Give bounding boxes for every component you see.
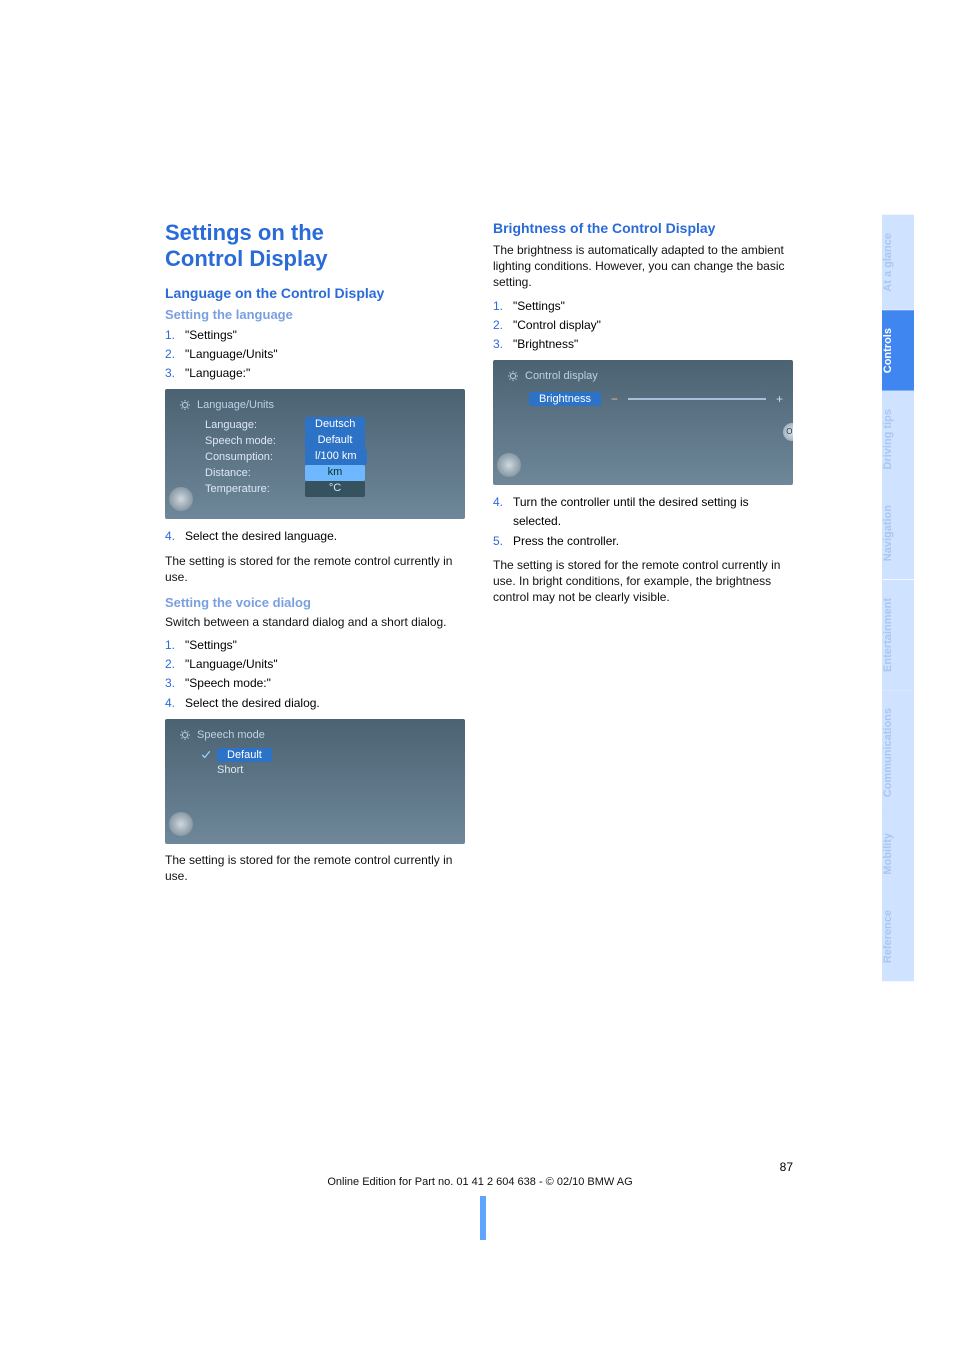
ss-row-value: Deutsch [305, 417, 365, 433]
ss-row-label: Speech mode: [201, 433, 301, 449]
step-number: 3. [165, 364, 185, 383]
step-text: Select the desired dialog. [185, 694, 320, 713]
ss-row-value: Default [305, 433, 365, 449]
subheading-voice-dialog: Setting the voice dialog [165, 595, 465, 610]
stored-note-2: The setting is stored for the remote con… [165, 852, 465, 884]
step-text: "Brightness" [513, 335, 578, 354]
ss-row-value: km [305, 465, 365, 481]
section-title: Settings on the Control Display [165, 220, 465, 273]
ok-button-icon: OK [783, 423, 793, 441]
step-number: 3. [493, 335, 513, 354]
step-text: Select the desired language. [185, 527, 337, 546]
step-text: "Settings" [185, 326, 237, 345]
language-steps: 1."Settings" 2."Language/Units" 3."Langu… [165, 326, 465, 384]
screenshot-brightness: Control display Brightness − + OK [493, 360, 793, 485]
step-number: 4. [493, 493, 513, 531]
step-text: "Settings" [513, 297, 565, 316]
tab-entertainment[interactable]: Entertainment [882, 580, 914, 690]
subheading-set-language: Setting the language [165, 307, 465, 322]
ss-row-value: °C [305, 481, 365, 497]
stored-note: The setting is stored for the remote con… [165, 553, 465, 585]
ss-row-value: l/100 km [305, 449, 367, 465]
step-text: "Control display" [513, 316, 601, 335]
title-line-1: Settings on the [165, 220, 324, 245]
screenshot-title: Control display [525, 370, 598, 382]
step-number: 3. [165, 674, 185, 693]
option-default: Default [217, 748, 272, 762]
screenshot-title: Language/Units [197, 399, 274, 411]
step-text: Press the controller. [513, 532, 619, 551]
step-number: 4. [165, 527, 185, 546]
tab-reference[interactable]: Reference [882, 892, 914, 981]
ss-row-label: Distance: [201, 465, 301, 481]
language-step-4: 4.Select the desired language. [165, 527, 465, 546]
minus-icon: − [611, 392, 618, 406]
brightness-steps: 1."Settings" 2."Control display" 3."Brig… [493, 297, 793, 355]
tab-navigation[interactable]: Navigation [882, 487, 914, 579]
check-icon [201, 750, 211, 760]
tab-controls[interactable]: Controls [882, 310, 914, 391]
side-tabs: At a glance Controls Driving tips Naviga… [882, 215, 914, 982]
title-line-2: Control Display [165, 246, 328, 271]
step-number: 2. [493, 316, 513, 335]
brightness-steps-45: 4.Turn the controller until the desired … [493, 493, 793, 551]
step-text: "Settings" [185, 636, 237, 655]
brightness-slider [628, 398, 766, 400]
step-number: 4. [165, 694, 185, 713]
gear-icon [507, 370, 519, 382]
step-number: 1. [165, 636, 185, 655]
ss-row-label: Language: [201, 417, 301, 433]
controller-knob-icon [169, 812, 193, 836]
tab-at-a-glance[interactable]: At a glance [882, 215, 914, 310]
controller-knob-icon [497, 453, 521, 477]
voice-intro: Switch between a standard dialog and a s… [165, 614, 465, 630]
step-number: 1. [493, 297, 513, 316]
screenshot-language-units: Language/Units Language:Deutsch Speech m… [165, 389, 465, 519]
plus-icon: + [776, 392, 783, 406]
option-short: Short [217, 764, 243, 776]
page-footer: 87 Online Edition for Part no. 01 41 2 6… [165, 1160, 795, 1188]
step-number: 1. [165, 326, 185, 345]
step-text: "Speech mode:" [185, 674, 271, 693]
step-text: "Language:" [185, 364, 250, 383]
ss-row-label: Temperature: [201, 481, 301, 497]
edition-line: Online Edition for Part no. 01 41 2 604 … [165, 1176, 795, 1188]
step-number: 2. [165, 345, 185, 364]
step-text: "Language/Units" [185, 655, 278, 674]
step-text: Turn the controller until the desired se… [513, 493, 793, 531]
screenshot-speech-mode: Speech mode Default Short [165, 719, 465, 844]
slider-label: Brightness [529, 392, 601, 406]
step-number: 5. [493, 532, 513, 551]
gear-icon [179, 729, 191, 741]
controller-knob-icon [169, 487, 193, 511]
brightness-note: The setting is stored for the remote con… [493, 557, 793, 606]
subsection-brightness: Brightness of the Control Display [493, 220, 793, 236]
brightness-intro: The brightness is automatically adapted … [493, 242, 793, 291]
page-number: 87 [165, 1160, 795, 1174]
ss-row-label: Consumption: [201, 449, 301, 465]
tab-mobility[interactable]: Mobility [882, 815, 914, 893]
tab-driving-tips[interactable]: Driving tips [882, 391, 914, 488]
footer-accent-bar [480, 1196, 486, 1240]
gear-icon [179, 399, 191, 411]
screenshot-title: Speech mode [197, 729, 265, 741]
voice-steps: 1."Settings" 2."Language/Units" 3."Speec… [165, 636, 465, 713]
subsection-language: Language on the Control Display [165, 285, 465, 301]
right-column: Brightness of the Control Display The br… [493, 220, 793, 890]
tab-communications[interactable]: Communications [882, 690, 914, 815]
step-number: 2. [165, 655, 185, 674]
left-column: Settings on the Control Display Language… [165, 220, 465, 890]
step-text: "Language/Units" [185, 345, 278, 364]
